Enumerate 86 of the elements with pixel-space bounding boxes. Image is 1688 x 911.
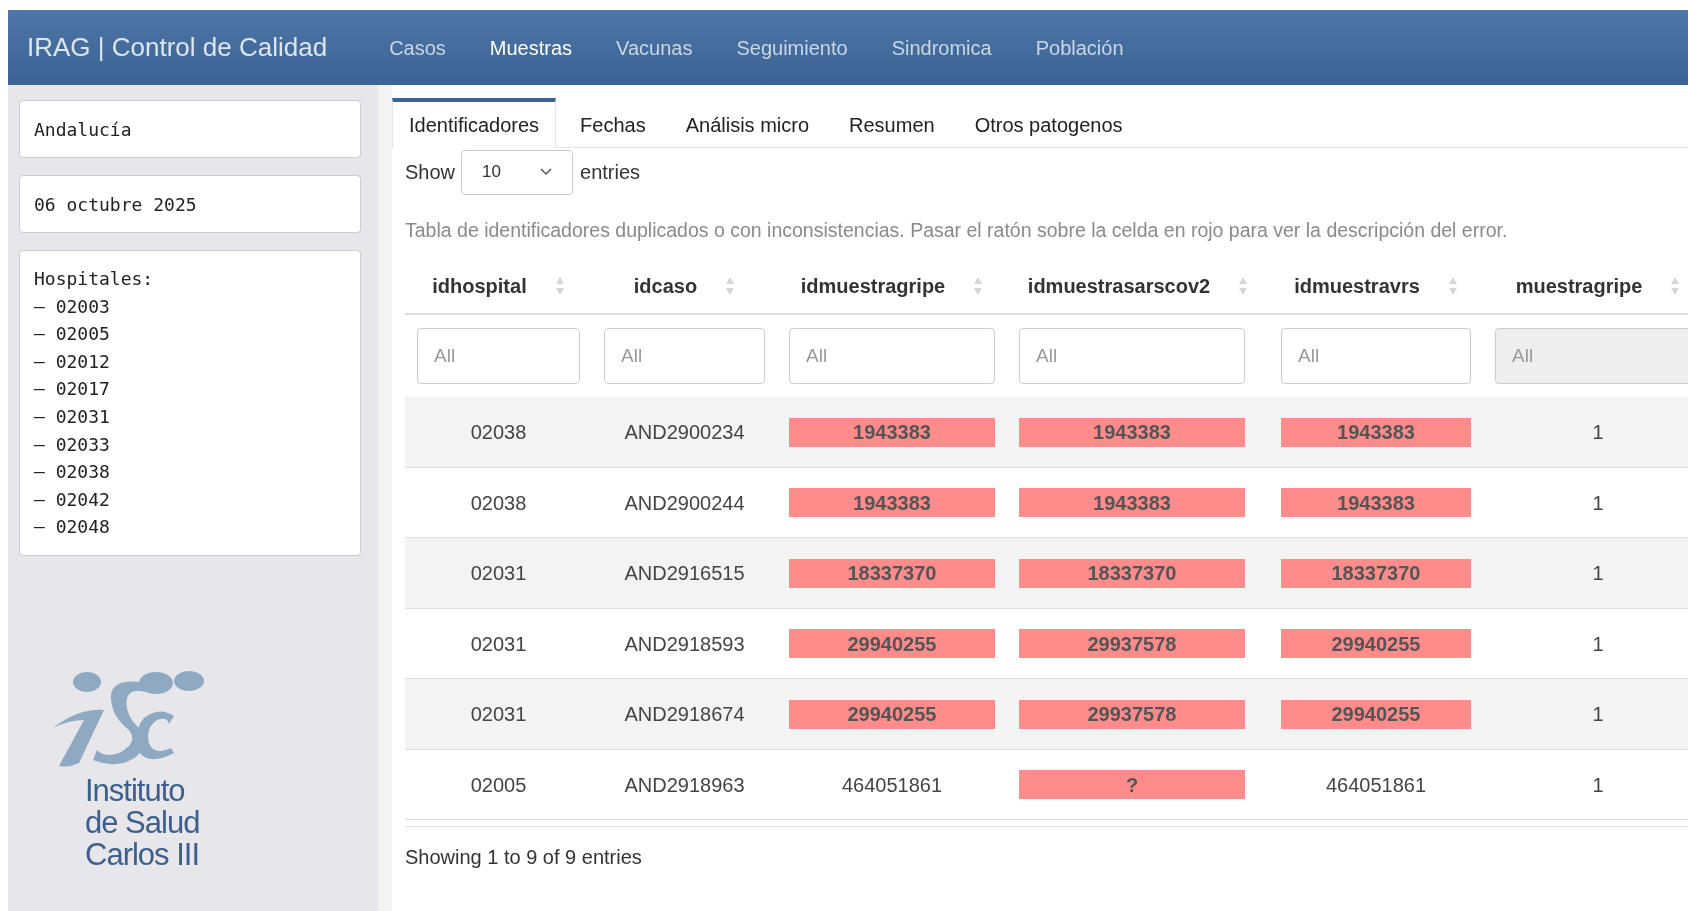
table-cell-text: 464051861 <box>841 772 943 798</box>
sort-icon <box>1238 276 1249 297</box>
hospital-item: – 02048 <box>34 515 111 540</box>
table-info: Showing 1 to 9 of 9 entries <box>405 845 643 871</box>
table-cell-text: 02031 <box>470 631 527 657</box>
error-cell: 18337370 <box>1019 558 1245 588</box>
hospital-item: – 02038 <box>34 460 111 485</box>
error-cell: 29940255 <box>789 629 995 658</box>
error-cell: 18337370 <box>789 558 995 588</box>
filter-field[interactable]: All <box>1019 328 1245 385</box>
filter-field[interactable]: All <box>417 328 580 385</box>
table-cell-text: AND2918593 <box>624 631 745 657</box>
entries-select[interactable]: 10 <box>461 149 574 195</box>
tab[interactable]: Resumen <box>833 98 951 147</box>
hospital-item: – 02012 <box>34 349 111 374</box>
sort-icon <box>1670 276 1681 297</box>
column-header[interactable]: idmuestravrs <box>1269 259 1483 314</box>
filter-field[interactable]: All <box>789 328 995 385</box>
filter-field[interactable]: All <box>1281 328 1471 385</box>
sort-icon <box>554 276 565 297</box>
column-header[interactable]: idmuestragripe <box>777 259 1007 314</box>
error-cell: 18337370 <box>1281 558 1471 588</box>
date-field[interactable]: 06 octubre 2025 <box>19 175 361 233</box>
hospital-item: – 02033 <box>34 432 111 457</box>
sort-icon <box>1447 276 1458 297</box>
tab[interactable]: Fechas <box>564 98 662 147</box>
table-cell-text: 02031 <box>470 561 527 586</box>
table-caption: Tabla de identificadores duplicados o con inconsistencias. Pasar el ratón sobre la celda en rojo para ver la descripción del error. <box>405 218 1509 243</box>
filter-field[interactable]: All <box>604 328 765 385</box>
table-cell-text: 1 <box>1592 490 1604 516</box>
error-cell: ? <box>1019 770 1245 799</box>
table-cell-text: AND2900244 <box>624 490 745 516</box>
table-cell-text: 1 <box>1592 420 1604 445</box>
tab[interactable]: Identificadores <box>392 98 557 148</box>
table-cell-text: AND2918674 <box>624 702 745 727</box>
hospital-item: – 02005 <box>34 322 111 347</box>
nav-link[interactable]: Casos <box>367 32 468 63</box>
nav-link[interactable]: Vacunas <box>594 32 715 63</box>
column-header[interactable]: idhospital <box>405 259 592 314</box>
tab[interactable]: Otros patogenos <box>958 98 1139 147</box>
nav-link[interactable]: Seguimiento <box>714 32 870 63</box>
error-cell: 1943383 <box>1281 488 1471 517</box>
show-label: Show <box>405 160 456 185</box>
table-cell-text: 464051861 <box>1325 772 1427 798</box>
error-cell: 1943383 <box>1281 417 1471 447</box>
error-cell: 29940255 <box>789 699 995 729</box>
logo-text: de Salud <box>85 806 201 839</box>
column-header[interactable]: idcaso <box>592 259 777 314</box>
error-cell: 29937578 <box>1019 699 1245 729</box>
logo-text: Carlos III <box>85 838 201 871</box>
hospital-item: – 02017 <box>34 377 111 402</box>
nav-link[interactable]: Población <box>1013 32 1146 63</box>
table-cell-text: AND2916515 <box>624 561 745 586</box>
column-header[interactable]: muestragripe <box>1483 259 1688 314</box>
table-cell-text: 02005 <box>470 772 527 798</box>
nav-link[interactable]: Sindromica <box>869 32 1014 63</box>
table-cell-text: 02038 <box>470 490 527 516</box>
hospital-item: – 02042 <box>34 487 111 512</box>
column-header[interactable]: idmuestrasarscov2 <box>1007 259 1269 314</box>
error-cell: 1943383 <box>789 488 995 517</box>
table-cell-text: 02038 <box>470 420 527 445</box>
logo-text: Instituto <box>85 774 186 807</box>
app-title: IRAG | Control de Calidad <box>27 31 328 64</box>
tab[interactable]: Análisis micro <box>669 98 826 147</box>
table-cell-text: AND2918963 <box>624 772 745 798</box>
sort-icon <box>725 276 736 297</box>
table-cell-text: 1 <box>1592 561 1604 586</box>
hospital-item: – 02003 <box>34 294 111 319</box>
entries-label: entries <box>580 160 641 185</box>
hospital-item: – 02031 <box>34 404 111 429</box>
table-cell-text: 1 <box>1592 702 1604 727</box>
error-cell: 29937578 <box>1019 629 1245 658</box>
region-field[interactable]: Andalucía <box>19 100 361 158</box>
table-cell-text: 1 <box>1592 772 1604 798</box>
nav-link[interactable]: Muestras <box>467 32 595 63</box>
sort-icon <box>973 276 984 297</box>
error-cell: 1943383 <box>1019 417 1245 447</box>
error-cell: 29940255 <box>1281 699 1471 729</box>
table-cell-text: 1 <box>1592 631 1604 657</box>
table-cell-text: 02031 <box>470 702 527 727</box>
error-cell: 1943383 <box>789 417 995 447</box>
chevron-down-icon <box>540 168 553 176</box>
hospitals-label: Hospitales: <box>34 267 155 291</box>
error-cell: 1943383 <box>1019 488 1245 517</box>
error-cell: 29940255 <box>1281 629 1471 658</box>
table-cell-text: AND2900234 <box>624 420 745 445</box>
